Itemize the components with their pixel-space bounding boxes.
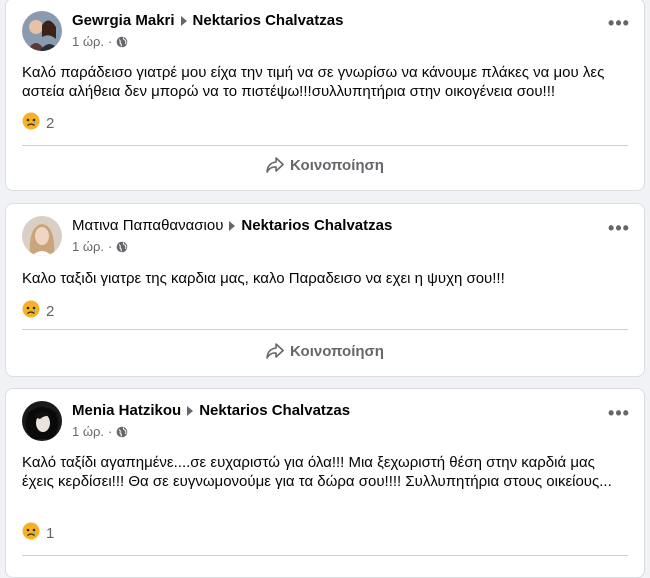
divider: [22, 329, 628, 330]
post-card: Menia Hatzikou Nektarios Chalvatzas 1 ώρ.…: [5, 388, 645, 578]
reaction-count: 1: [46, 524, 55, 542]
post-time[interactable]: 1 ώρ.: [72, 34, 104, 49]
separator-dot: ·: [108, 424, 113, 439]
post-author-line: Gewrgia Makri Nektarios Chalvatzas: [72, 12, 343, 29]
share-button[interactable]: Κοινοποίηση: [266, 157, 384, 174]
post-time[interactable]: 1 ώρ.: [72, 424, 104, 439]
divider: [22, 145, 628, 146]
post-author-line: Ματινα Παπαθανασιου Nektarios Chalvatzas: [72, 217, 392, 234]
reaction-summary[interactable]: 2: [22, 112, 54, 134]
arrow-right-icon: [187, 405, 194, 416]
author-name[interactable]: Gewrgia Makri: [72, 12, 175, 29]
separator-dot: ·: [108, 239, 113, 254]
divider: [22, 555, 628, 556]
avatar[interactable]: [22, 11, 62, 51]
reaction-summary[interactable]: 2: [22, 300, 54, 322]
share-icon: [266, 157, 284, 173]
post-meta: 1 ώρ. ·: [72, 34, 128, 51]
share-label: Κοινοποίηση: [290, 157, 384, 174]
globe-icon[interactable]: [116, 426, 128, 441]
arrow-right-icon: [229, 220, 236, 231]
author-name[interactable]: Ματινα Παπαθανασιου: [72, 217, 223, 234]
more-options-icon[interactable]: •••: [604, 13, 634, 37]
post-author-line: Menia Hatzikou Nektarios Chalvatzas: [72, 402, 350, 419]
post-meta: 1 ώρ. ·: [72, 424, 128, 441]
post-card: Ματινα Παπαθανασιου Nektarios Chalvatzas …: [5, 203, 645, 377]
arrow-right-icon: [180, 15, 187, 26]
post-card: Gewrgia Makri Nektarios Chalvatzas 1 ώρ. ·…: [5, 0, 645, 191]
sad-reaction-icon: [22, 112, 40, 134]
reaction-summary[interactable]: 1: [22, 522, 54, 544]
share-icon: [266, 343, 284, 359]
globe-icon[interactable]: [116, 36, 128, 51]
share-button[interactable]: Κοινοποίηση: [266, 343, 384, 360]
post-text: Καλο ταξιδι γιατρε της καρδια μας, καλο …: [22, 270, 505, 287]
sad-reaction-icon: [22, 300, 40, 322]
share-label: Κοινοποίηση: [290, 343, 384, 360]
sad-reaction-icon: [22, 522, 40, 544]
globe-icon[interactable]: [116, 241, 128, 256]
target-name[interactable]: Nektarios Chalvatzas: [199, 402, 350, 419]
more-options-icon[interactable]: •••: [604, 403, 634, 427]
post-text: Καλό παράδεισο γιατρέ μου είχα την τιμή …: [22, 64, 605, 100]
avatar[interactable]: [22, 216, 62, 256]
target-name[interactable]: Nektarios Chalvatzas: [193, 12, 344, 29]
post-header: Menia Hatzikou Nektarios Chalvatzas 1 ώρ.…: [22, 401, 629, 441]
post-header: Gewrgia Makri Nektarios Chalvatzas 1 ώρ. ·…: [22, 11, 629, 51]
target-name[interactable]: Nektarios Chalvatzas: [241, 217, 392, 234]
post-text: Καλό ταξίδι αγαπημένε....σε ευχαριστώ γι…: [22, 454, 612, 490]
post-meta: 1 ώρ. ·: [72, 239, 128, 256]
post-time[interactable]: 1 ώρ.: [72, 239, 104, 254]
avatar[interactable]: [22, 401, 62, 441]
separator-dot: ·: [108, 34, 113, 49]
reaction-count: 2: [46, 114, 55, 132]
post-header: Ματινα Παπαθανασιου Nektarios Chalvatzas …: [22, 216, 629, 256]
author-name[interactable]: Menia Hatzikou: [72, 402, 181, 419]
more-options-icon[interactable]: •••: [604, 218, 634, 242]
reaction-count: 2: [46, 302, 55, 320]
